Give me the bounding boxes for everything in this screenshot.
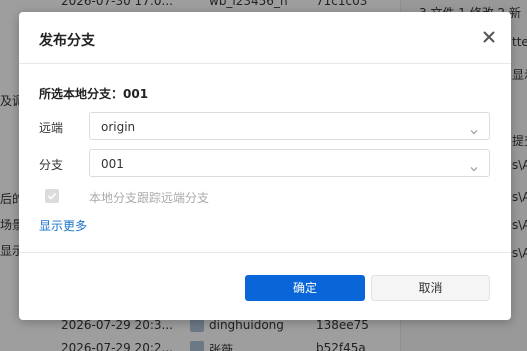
selected-local-branch-label: 所选本地分支：001: [39, 87, 149, 101]
track-remote-checkbox[interactable]: [45, 189, 59, 203]
publish-branch-dialog: 发布分支 所选本地分支：001 远端 origin 分支 001 本地分支跟踪远…: [19, 12, 511, 320]
chevron-down-icon: [469, 122, 479, 135]
footer-divider: [19, 252, 511, 253]
close-icon[interactable]: [481, 29, 497, 45]
dialog-title: 发布分支: [39, 33, 95, 49]
dialog-header: 发布分支: [19, 12, 511, 64]
branch-select-value: 001: [101, 157, 124, 171]
branch-select[interactable]: 001: [89, 149, 490, 177]
show-more-link[interactable]: 显示更多: [39, 217, 87, 234]
remote-select[interactable]: origin: [89, 112, 490, 140]
branch-label: 分支: [39, 158, 64, 172]
remote-select-value: origin: [101, 120, 136, 134]
cancel-button[interactable]: 取消: [371, 275, 490, 301]
track-remote-label: 本地分支跟踪远端分支: [89, 191, 210, 205]
confirm-button[interactable]: 确定: [245, 275, 365, 301]
chevron-down-icon: [469, 159, 479, 172]
remote-label: 远端: [39, 121, 64, 135]
